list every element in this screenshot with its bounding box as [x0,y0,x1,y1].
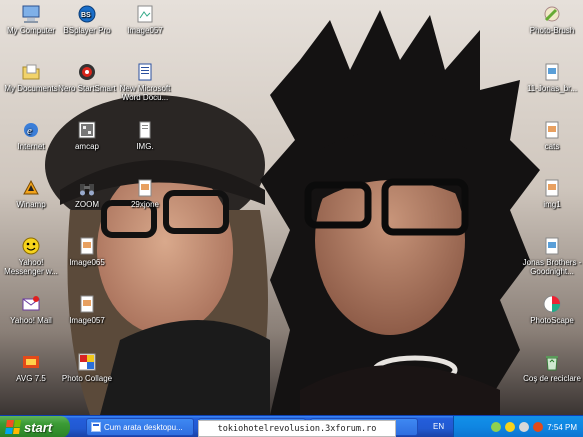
icon-label: BSplayer Pro [63,26,111,35]
desktop-icon-internet[interactable]: e Internet [0,120,62,151]
icon-label: Yahoo! Messenger w... [4,258,58,276]
icon-label: img1 [543,200,561,209]
taskbar-button-desktop[interactable]: Cum arata desktopu... [86,418,194,436]
svg-text:BS: BS [81,12,91,19]
desktop-icon-winamp[interactable]: Winamp [0,178,62,209]
desktop-icon-my-computer[interactable]: My Computer [0,4,62,35]
desktop-icon-image057-top[interactable]: Image057 [114,4,176,35]
photoscape-icon [542,294,562,314]
icon-label: cats [544,142,560,151]
image-file-icon [77,236,97,256]
icon-label: Image057 [69,316,105,325]
recycle-bin-icon [542,352,562,372]
icon-label: New Microsoft Word Docu... [119,84,171,102]
desktop-icon-nero[interactable]: Nero StartSmart [56,62,118,93]
desktop-icon-avg[interactable]: AVG 7.5 [0,352,62,383]
image-file-icon [542,178,562,198]
my-documents-icon [21,62,41,82]
taskbar-button-label: Cum arata desktopu... [104,422,183,432]
desktop-icon-photo-collage[interactable]: Photo Collage [56,352,118,383]
desktop-icon-bsplayer[interactable]: BS BSplayer Pro [56,4,118,35]
image-file-icon [135,4,155,24]
avg-icon [21,352,41,372]
watermark-text: tokiohotelrevolusion.3xforum.ro [198,420,396,437]
icon-label: Yahoo! Mail [10,316,52,325]
icon-label: Winamp [16,200,46,209]
winamp-icon [21,178,41,198]
desktop-icon-yahoo-mail[interactable]: Yahoo! Mail [0,294,62,325]
desktop-icon-image057[interactable]: Image057 [56,294,118,325]
image-file-icon [542,236,562,256]
icon-label: Photo Collage [61,374,113,383]
image-file-icon [542,120,562,140]
text-file-icon [135,120,155,140]
icon-label: AVG 7.5 [16,374,46,383]
desktop-icon-11-jonas[interactable]: 11-Jonas_br... [521,62,583,93]
image-file-icon [542,62,562,82]
desktop-icon-recycle-bin[interactable]: Coş de reciclare [521,352,583,383]
icon-label: Internet [17,142,45,151]
nero-icon [77,62,97,82]
volume-icon[interactable] [519,422,530,432]
yahoo-messenger-icon [21,236,41,256]
svg-text:e: e [27,125,32,137]
icon-label: Photo-Brush [529,26,575,35]
icon-label: 11-Jonas_br... [526,84,578,93]
icon-label: Image057 [127,26,163,35]
icon-label: My Documents [4,84,58,93]
network-icon[interactable] [491,422,502,432]
desktop-icon-29xjone[interactable]: 29xjone [114,178,176,209]
antivirus-tray-icon[interactable] [533,422,544,432]
image-file-icon [77,294,97,314]
icon-label: Nero StartSmart [58,84,116,93]
icon-label: amcap [74,142,99,151]
desktop-icon-word-document[interactable]: New Microsoft Word Docu... [114,62,176,102]
desktop-icon-image065[interactable]: Image065 [56,236,118,267]
start-label: start [24,419,53,435]
desktop-icon-amcap[interactable]: amcap [56,120,118,151]
photo-brush-icon [542,4,562,24]
icon-label: IMG. [136,142,154,151]
icon-label: Jonas Brothers - Goodnight... [522,258,582,276]
word-document-icon [135,62,155,82]
zoom-icon [77,178,97,198]
start-button[interactable]: start [0,416,70,437]
desktop-icon-jonas-brothers[interactable]: Jonas Brothers - Goodnight... [521,236,583,276]
window-icon [91,422,101,432]
my-computer-icon [21,4,41,24]
icon-label: 29xjone [130,200,160,209]
icon-label: Coş de reciclare [523,374,581,383]
photo-collage-icon [77,352,97,372]
icon-label: PhotoScape [530,316,574,325]
desktop-icon-my-documents[interactable]: My Documents [0,62,62,93]
desktop-icon-img1[interactable]: img1 [521,178,583,209]
icon-label: My Computer [6,26,55,35]
icon-label: ZOOM [75,200,99,209]
desktop-icon-cats[interactable]: cats [521,120,583,151]
messenger-tray-icon[interactable] [505,422,516,432]
yahoo-mail-icon [21,294,41,314]
icon-label: Image065 [69,258,105,267]
amcap-icon [77,120,97,140]
system-tray: 7:54 PM [453,416,583,437]
internet-explorer-icon: e [21,120,41,140]
clock[interactable]: 7:54 PM [547,423,577,432]
windows-logo-icon [5,420,21,434]
desktop-icon-zoom[interactable]: ZOOM [56,178,118,209]
desktop-icon-yahoo-messenger[interactable]: Yahoo! Messenger w... [0,236,62,276]
bsplayer-icon: BS [77,4,97,24]
image-file-icon [135,178,155,198]
desktop-icon-photoscape[interactable]: PhotoScape [521,294,583,325]
language-indicator[interactable]: EN [433,422,444,431]
desktop-icon-photo-brush[interactable]: Photo-Brush [521,4,583,35]
desktop-icon-img-text[interactable]: IMG. [114,120,176,151]
